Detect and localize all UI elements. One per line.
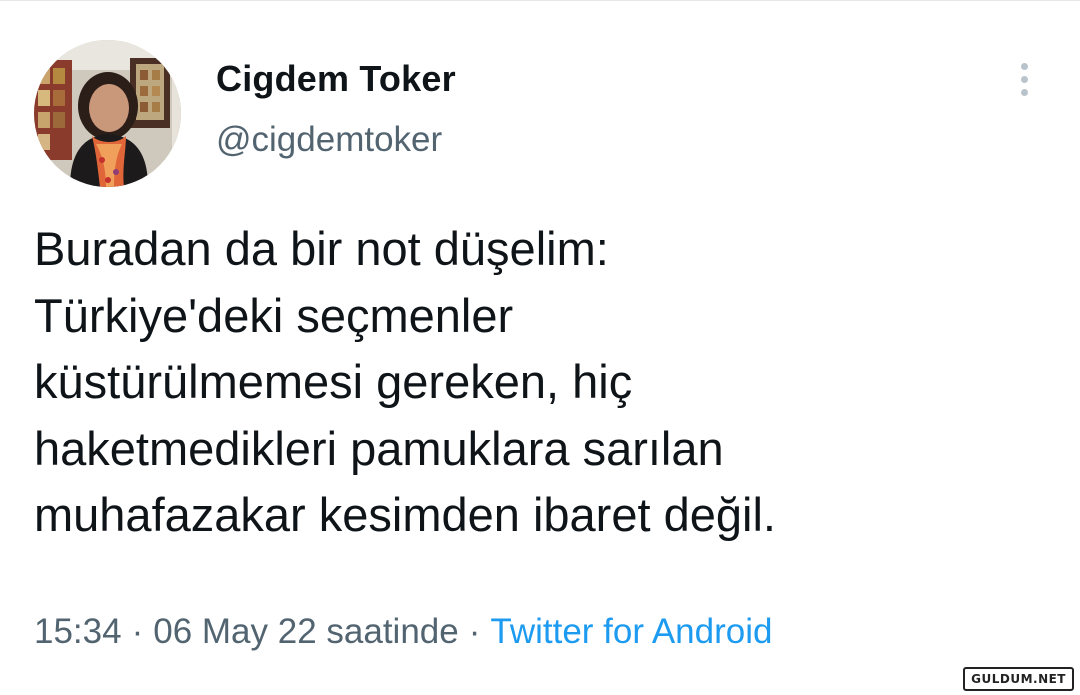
author-handle[interactable]: @cigdemtoker — [216, 120, 442, 160]
tweet-date[interactable]: 06 May 22 saatinde — [153, 612, 458, 651]
tweet-line: Türkiye'deki seçmenler — [34, 288, 514, 342]
top-divider — [0, 0, 1080, 1]
profile-photo — [34, 40, 181, 187]
more-options-icon[interactable] — [1012, 60, 1038, 100]
author-display-name[interactable]: Cigdem Toker — [216, 58, 456, 100]
tweet-line: küstürülmemesi gereken, hiç — [34, 355, 633, 408]
meta-separator: · — [131, 612, 144, 651]
tweet-meta: 15:34 · 06 May 22 saatinde · Twitter for And… — [34, 612, 772, 652]
menu-dot — [1021, 89, 1028, 96]
menu-dot — [1021, 76, 1028, 83]
tweet-source-link[interactable]: Twitter for Android — [490, 612, 772, 651]
menu-dot — [1021, 63, 1028, 70]
meta-separator: · — [468, 612, 481, 651]
tweet-line: muhafazakar kesimden ibaret değil. — [34, 488, 776, 541]
tweet-time[interactable]: 15:34 — [34, 612, 122, 651]
tweet-line: haketmedikleri pamuklara sarılan — [34, 421, 724, 475]
author-avatar[interactable] — [34, 40, 181, 187]
tweet-line: Buradan da bir not düşelim: — [34, 222, 609, 275]
tweet-text: Buradan da bir not düşelim: Türkiye'deki… — [34, 216, 1044, 549]
site-watermark-logo: GULDUM.NET — [963, 667, 1074, 691]
